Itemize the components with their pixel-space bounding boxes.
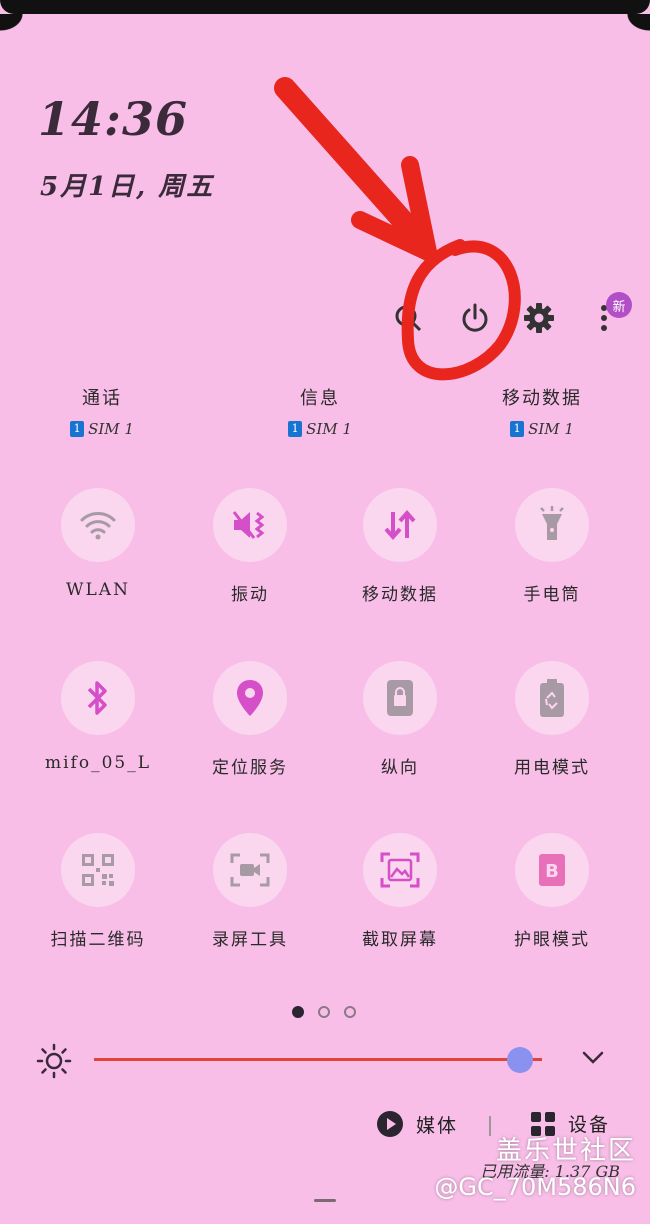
tile-wlan[interactable]: WLAN xyxy=(28,488,168,600)
sim-data-column[interactable]: 移动数据 1 SIM 1 xyxy=(452,384,632,438)
tile-label: 移动数据 xyxy=(362,585,438,605)
tile-label: 录屏工具 xyxy=(212,930,288,950)
brightness-slider-track[interactable] xyxy=(94,1058,542,1061)
power-mode-icon xyxy=(515,661,589,735)
tile-vibrate[interactable]: 振动 xyxy=(180,488,320,605)
tile-bluetooth[interactable]: mifo_05_L xyxy=(28,661,168,773)
sim-data-sim: SIM 1 xyxy=(528,420,574,438)
mobile-data-icon xyxy=(363,488,437,562)
tile-label: 用电模式 xyxy=(514,758,590,778)
bluetooth-icon xyxy=(61,661,135,735)
sim-message-sim: SIM 1 xyxy=(306,420,352,438)
sim-data-label: 移动数据 xyxy=(502,388,582,409)
tile-screen-recorder[interactable]: 录屏工具 xyxy=(180,833,320,950)
tile-label: 手电筒 xyxy=(523,585,581,605)
tile-label: 护眼模式 xyxy=(514,930,590,950)
red-arrow-annotation xyxy=(274,77,521,381)
sim-message-column[interactable]: 信息 1 SIM 1 xyxy=(230,384,410,438)
tile-label: 截取屏幕 xyxy=(362,930,438,950)
tile-screenshot[interactable]: 截取屏幕 xyxy=(330,833,470,950)
portrait-lock-icon xyxy=(363,661,437,735)
page-dot[interactable] xyxy=(318,1006,330,1018)
qr-code-icon xyxy=(61,833,135,907)
tile-label: 振动 xyxy=(231,585,269,605)
page-dot[interactable] xyxy=(292,1006,304,1018)
watermark-title: 盖乐世社区 xyxy=(495,1136,636,1166)
svg-text:B: B xyxy=(545,861,559,882)
screenshot-icon xyxy=(363,833,437,907)
location-icon xyxy=(213,661,287,735)
tile-label: 纵向 xyxy=(381,758,419,778)
expand-chevron-down-icon[interactable] xyxy=(582,1050,604,1069)
new-badge: 新 xyxy=(606,292,632,318)
clock-time: 14:36 xyxy=(38,92,189,146)
eye-comfort-icon: B xyxy=(515,833,589,907)
tile-label: WLAN xyxy=(66,580,130,600)
sim-message-label: 信息 xyxy=(300,388,340,409)
brightness-sun-icon xyxy=(36,1043,72,1083)
page-dot[interactable] xyxy=(344,1006,356,1018)
tile-qr-scan[interactable]: 扫描二维码 xyxy=(28,833,168,950)
screen-top-frame xyxy=(0,0,650,36)
play-icon xyxy=(377,1111,403,1137)
tile-label: 扫描二维码 xyxy=(50,930,146,950)
community-watermark: 盖乐世社区 @GC_70M586N6 xyxy=(434,1130,636,1201)
brightness-slider-thumb[interactable] xyxy=(507,1047,533,1073)
tile-location[interactable]: 定位服务 xyxy=(180,661,320,778)
sim-chip-icon: 1 xyxy=(510,421,525,437)
screen-record-icon xyxy=(213,833,287,907)
wifi-icon xyxy=(61,488,135,562)
tile-label: 定位服务 xyxy=(212,758,288,778)
tile-power-mode[interactable]: 用电模式 xyxy=(482,661,622,778)
tile-portrait[interactable]: 纵向 xyxy=(330,661,470,778)
sim-chip-icon: 1 xyxy=(70,421,85,437)
sim-call-column[interactable]: 通话 1 SIM 1 xyxy=(12,384,192,438)
tile-mobile-data[interactable]: 移动数据 xyxy=(330,488,470,605)
flashlight-icon xyxy=(515,488,589,562)
tile-flashlight[interactable]: 手电筒 xyxy=(482,488,622,605)
vibrate-icon xyxy=(213,488,287,562)
tile-eye-comfort[interactable]: B 护眼模式 xyxy=(482,833,622,950)
sim-call-sim: SIM 1 xyxy=(88,420,134,438)
page-indicator xyxy=(292,1006,356,1018)
watermark-user: @GC_70M586N6 xyxy=(434,1173,636,1201)
sim-chip-icon: 1 xyxy=(288,421,303,437)
home-indicator[interactable] xyxy=(314,1199,336,1202)
sim-call-label: 通话 xyxy=(82,388,122,409)
clock-date: 5月1日, 周五 xyxy=(40,172,215,202)
tile-label: mifo_05_L xyxy=(44,753,151,773)
